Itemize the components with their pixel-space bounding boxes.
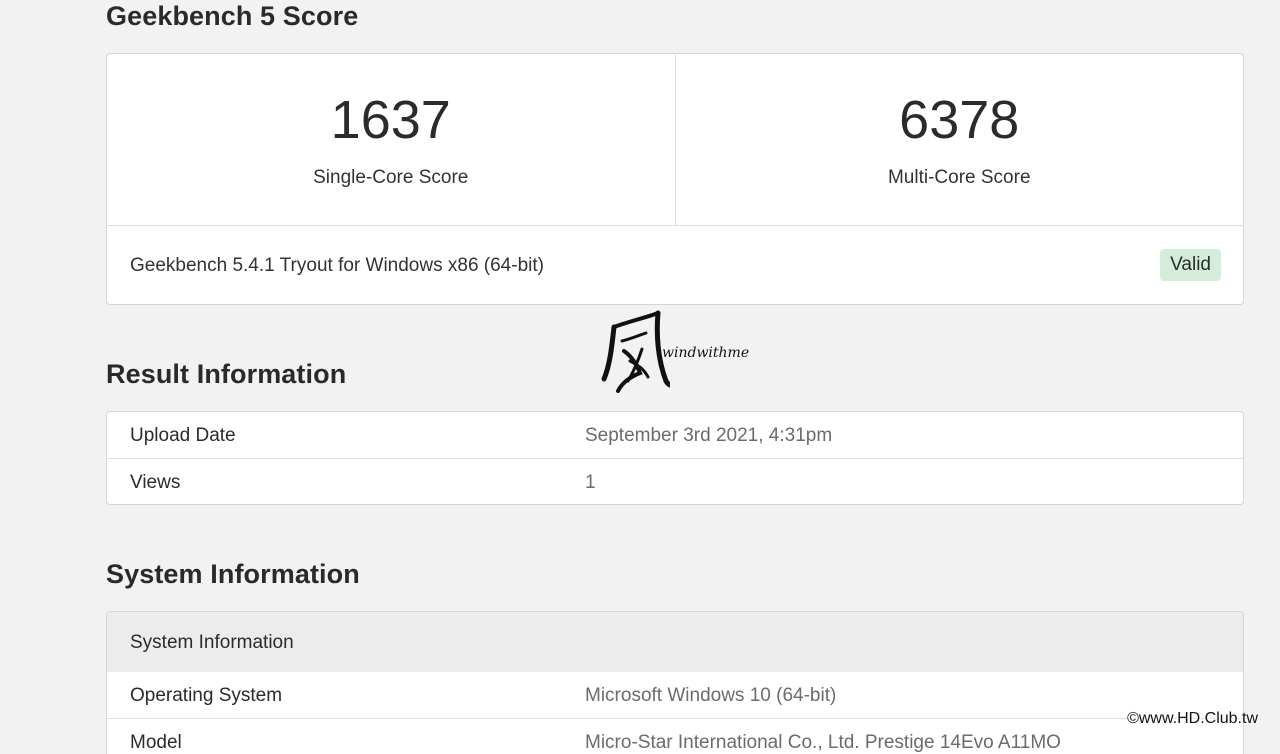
site-watermark: ©www.HD.Club.tw: [1127, 710, 1258, 727]
upload-date-value: September 3rd 2021, 4:31pm: [585, 425, 833, 446]
views-value: 1: [585, 472, 596, 493]
valid-badge: Valid: [1160, 249, 1221, 281]
windwithme-watermark: windwithme: [600, 305, 760, 397]
views-label: Views: [130, 472, 181, 493]
multi-core-label: Multi-Core Score: [887, 167, 1031, 188]
os-label: Operating System: [130, 685, 283, 706]
single-core-label: Single-Core Score: [313, 167, 469, 188]
score-section-title: Geekbench 5 Score: [106, 1, 359, 31]
watermark-logo-text: windwithme: [662, 345, 750, 361]
upload-date-label: Upload Date: [130, 425, 236, 446]
result-section-title: Result Information: [106, 359, 347, 389]
table-row: Upload Date September 3rd 2021, 4:31pm: [107, 412, 1243, 459]
single-core-cell: 1637 Single-Core Score: [107, 54, 675, 225]
multi-core-score: 6378: [899, 90, 1020, 150]
model-value: Micro-Star International Co., Ltd. Prest…: [585, 732, 1061, 753]
version-row: Geekbench 5.4.1 Tryout for Windows x86 (…: [107, 226, 1243, 304]
geekbench-version: Geekbench 5.4.1 Tryout for Windows x86 (…: [130, 255, 544, 276]
wind-calligraphy-icon: [601, 310, 691, 393]
system-info-table: System Information Operating System Micr…: [106, 611, 1244, 754]
system-info-header-label: System Information: [130, 632, 294, 653]
system-info-header: System Information: [107, 612, 1243, 672]
os-value: Microsoft Windows 10 (64-bit): [585, 685, 837, 706]
single-core-score: 1637: [330, 90, 451, 150]
model-label: Model: [130, 732, 182, 753]
table-row: Model Micro-Star International Co., Ltd.…: [107, 719, 1243, 754]
table-row: Views 1: [107, 459, 1243, 504]
score-card: 1637 Single-Core Score 6378 Multi-Core S…: [106, 53, 1244, 305]
table-row: Operating System Microsoft Windows 10 (6…: [107, 672, 1243, 719]
score-row: 1637 Single-Core Score 6378 Multi-Core S…: [107, 54, 1243, 226]
result-info-table: Upload Date September 3rd 2021, 4:31pm V…: [106, 411, 1244, 505]
page: Geekbench 5 Score 1637 Single-Core Score…: [0, 0, 1280, 754]
multi-core-cell: 6378 Multi-Core Score: [674, 54, 1244, 225]
system-section-title: System Information: [106, 559, 360, 589]
